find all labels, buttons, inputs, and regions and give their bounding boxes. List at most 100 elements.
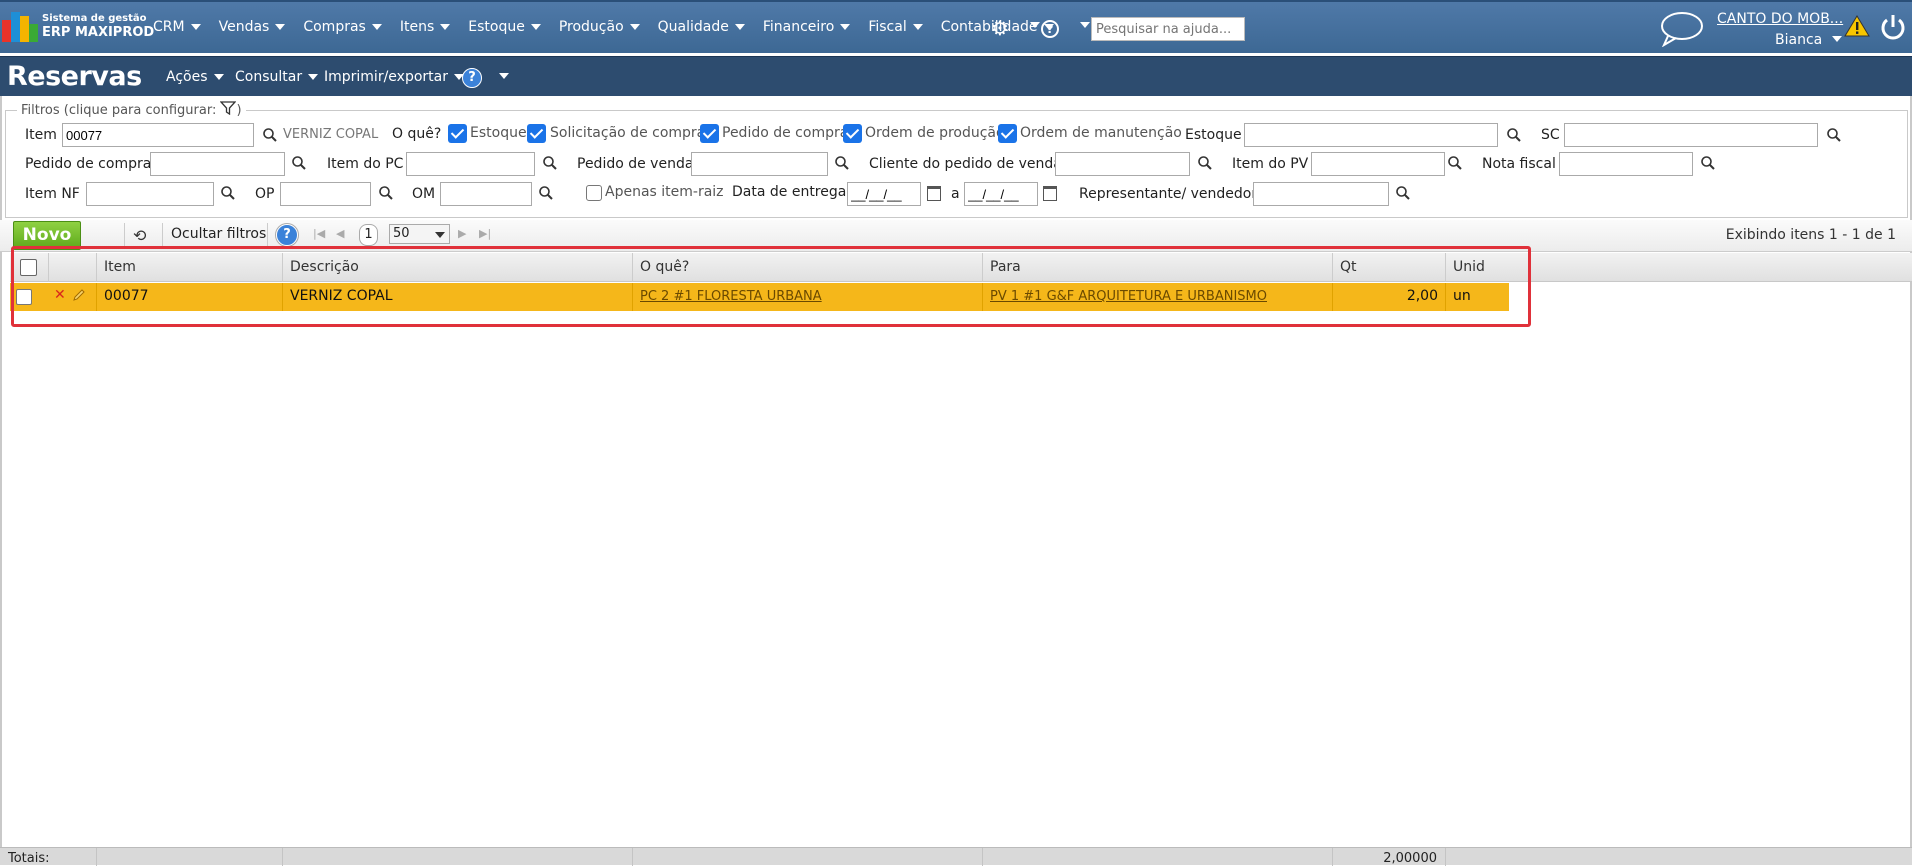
estoque-filter-label: Estoque bbox=[1185, 127, 1242, 143]
grid-help-icon[interactable]: ? bbox=[276, 224, 298, 246]
nav-fiscal[interactable]: Fiscal bbox=[868, 19, 923, 35]
table-row[interactable]: ✕ 00077 VERNIZ COPAL PC 2 #1 FLORESTA UR… bbox=[10, 283, 1509, 311]
filters-legend[interactable]: Filtros (clique para configurar: ) bbox=[17, 101, 246, 118]
gear-icon[interactable]: ⚙ bbox=[991, 18, 1009, 38]
search-icon[interactable] bbox=[1197, 155, 1213, 171]
search-icon[interactable] bbox=[1826, 127, 1842, 143]
nav-crm[interactable]: CRM bbox=[153, 19, 201, 35]
menu-imprimir-exportar[interactable]: Imprimir/exportar bbox=[324, 69, 464, 85]
hide-filters-button[interactable]: Ocultar filtros bbox=[171, 226, 266, 242]
date-from-input[interactable] bbox=[847, 182, 921, 206]
refresh-icon[interactable]: ⟲ bbox=[133, 226, 146, 245]
representante-input[interactable] bbox=[1253, 182, 1389, 206]
sc-label: SC bbox=[1541, 127, 1560, 143]
novo-button[interactable]: Novo bbox=[13, 221, 81, 250]
solicitacao-compra-checkbox-label[interactable]: Solicitação de compra bbox=[550, 125, 705, 141]
nav-vendas[interactable]: Vendas bbox=[219, 19, 286, 35]
cell-descricao: VERNIZ COPAL bbox=[282, 283, 632, 311]
search-icon[interactable] bbox=[538, 185, 554, 201]
date-to-input[interactable] bbox=[964, 182, 1038, 206]
user-name[interactable]: Bianca bbox=[1775, 32, 1822, 48]
item-label: Item bbox=[25, 127, 57, 143]
pedido-venda-label: Pedido de venda bbox=[577, 156, 694, 172]
ordem-producao-checkbox-label[interactable]: Ordem de produção bbox=[865, 125, 1005, 141]
estoque-checkbox[interactable] bbox=[448, 124, 467, 143]
help-search-input[interactable] bbox=[1091, 17, 1245, 41]
search-icon[interactable] bbox=[1700, 155, 1716, 171]
column-qt[interactable]: Qt bbox=[1332, 253, 1445, 282]
sc-input[interactable] bbox=[1564, 123, 1818, 147]
search-icon[interactable] bbox=[1506, 127, 1522, 143]
search-icon[interactable] bbox=[834, 155, 850, 171]
actions-column-header bbox=[48, 253, 96, 282]
nav-producao[interactable]: Produção bbox=[559, 19, 640, 35]
row-checkbox[interactable] bbox=[16, 289, 32, 305]
menu-acoes[interactable]: Ações bbox=[166, 69, 224, 85]
prev-page-icon[interactable]: ◀ bbox=[336, 227, 344, 240]
op-input[interactable] bbox=[280, 182, 371, 206]
pedido-compra-input[interactable] bbox=[150, 152, 285, 176]
ordem-producao-checkbox[interactable] bbox=[843, 124, 862, 143]
calendar-icon[interactable] bbox=[1043, 186, 1057, 201]
page-help-caret-icon[interactable] bbox=[499, 73, 509, 79]
nav-financeiro[interactable]: Financeiro bbox=[763, 19, 851, 35]
company-link[interactable]: CANTO DO MOB... bbox=[1717, 11, 1843, 27]
estoque-checkbox-label[interactable]: Estoque bbox=[470, 125, 527, 141]
search-icon[interactable] bbox=[291, 155, 307, 171]
edit-pencil-icon[interactable] bbox=[72, 288, 86, 302]
chat-icon[interactable] bbox=[1660, 11, 1704, 47]
nota-fiscal-input[interactable] bbox=[1559, 152, 1693, 176]
oque-link[interactable]: PC 2 #1 FLORESTA URBANA bbox=[640, 289, 822, 304]
nav-qualidade[interactable]: Qualidade bbox=[658, 19, 745, 35]
ordem-manutencao-checkbox[interactable] bbox=[998, 124, 1017, 143]
nav-itens[interactable]: Itens bbox=[400, 19, 451, 35]
help-icon[interactable]: ? bbox=[1041, 20, 1059, 38]
help-caret-icon[interactable] bbox=[1080, 22, 1090, 28]
filter-icon[interactable] bbox=[219, 101, 237, 116]
estoque-input[interactable] bbox=[1244, 123, 1498, 147]
page-number[interactable]: 1 bbox=[359, 224, 378, 246]
pedido-compra-checkbox-label[interactable]: Pedido de compra bbox=[722, 125, 848, 141]
om-input[interactable] bbox=[440, 182, 532, 206]
page-help-icon[interactable]: ? bbox=[462, 68, 482, 88]
column-oque[interactable]: O quê? bbox=[632, 253, 982, 282]
menu-consultar[interactable]: Consultar bbox=[235, 69, 319, 85]
maxiprod-logo[interactable] bbox=[2, 12, 38, 42]
search-icon[interactable] bbox=[378, 185, 394, 201]
para-link[interactable]: PV 1 #1 G&F ARQUITETURA E URBANISMO bbox=[990, 289, 1267, 304]
delete-icon[interactable]: ✕ bbox=[54, 287, 66, 303]
nav-estoque[interactable]: Estoque bbox=[468, 19, 541, 35]
next-page-icon[interactable]: ▶ bbox=[458, 227, 466, 240]
warning-icon[interactable] bbox=[1844, 14, 1870, 38]
item-input[interactable] bbox=[62, 123, 254, 147]
power-icon[interactable] bbox=[1880, 13, 1906, 41]
item-nf-input[interactable] bbox=[86, 182, 214, 206]
user-caret-icon[interactable] bbox=[1832, 36, 1842, 42]
search-icon[interactable] bbox=[220, 185, 236, 201]
nav-compras[interactable]: Compras bbox=[303, 19, 382, 35]
last-page-icon[interactable]: ▶| bbox=[479, 227, 491, 240]
item-pv-input[interactable] bbox=[1311, 152, 1445, 176]
first-page-icon[interactable]: |◀ bbox=[313, 227, 325, 240]
pedido-compra-checkbox[interactable] bbox=[700, 124, 719, 143]
column-para[interactable]: Para bbox=[982, 253, 1332, 282]
column-descricao[interactable]: Descrição bbox=[282, 253, 632, 282]
column-unid[interactable]: Unid bbox=[1445, 253, 1509, 282]
page-size-select[interactable]: 50 bbox=[389, 224, 450, 244]
ordem-manutencao-checkbox-label[interactable]: Ordem de manutenção bbox=[1020, 125, 1182, 141]
cell-item: 00077 bbox=[96, 283, 282, 311]
apenas-item-raiz-checkbox[interactable] bbox=[586, 185, 602, 201]
column-item[interactable]: Item bbox=[96, 253, 282, 282]
solicitacao-compra-checkbox[interactable] bbox=[527, 124, 546, 143]
search-icon[interactable] bbox=[1395, 185, 1411, 201]
calendar-icon[interactable] bbox=[927, 186, 941, 201]
settings-caret-icon[interactable] bbox=[1030, 22, 1040, 28]
select-all-checkbox[interactable] bbox=[20, 259, 37, 276]
search-icon[interactable] bbox=[262, 127, 278, 143]
pedido-venda-input[interactable] bbox=[691, 152, 828, 176]
item-pc-input[interactable] bbox=[406, 152, 535, 176]
apenas-item-raiz-label[interactable]: Apenas item-raiz bbox=[605, 184, 724, 200]
cliente-pv-input[interactable] bbox=[1055, 152, 1190, 176]
search-icon[interactable] bbox=[542, 155, 558, 171]
search-icon[interactable] bbox=[1447, 155, 1463, 171]
